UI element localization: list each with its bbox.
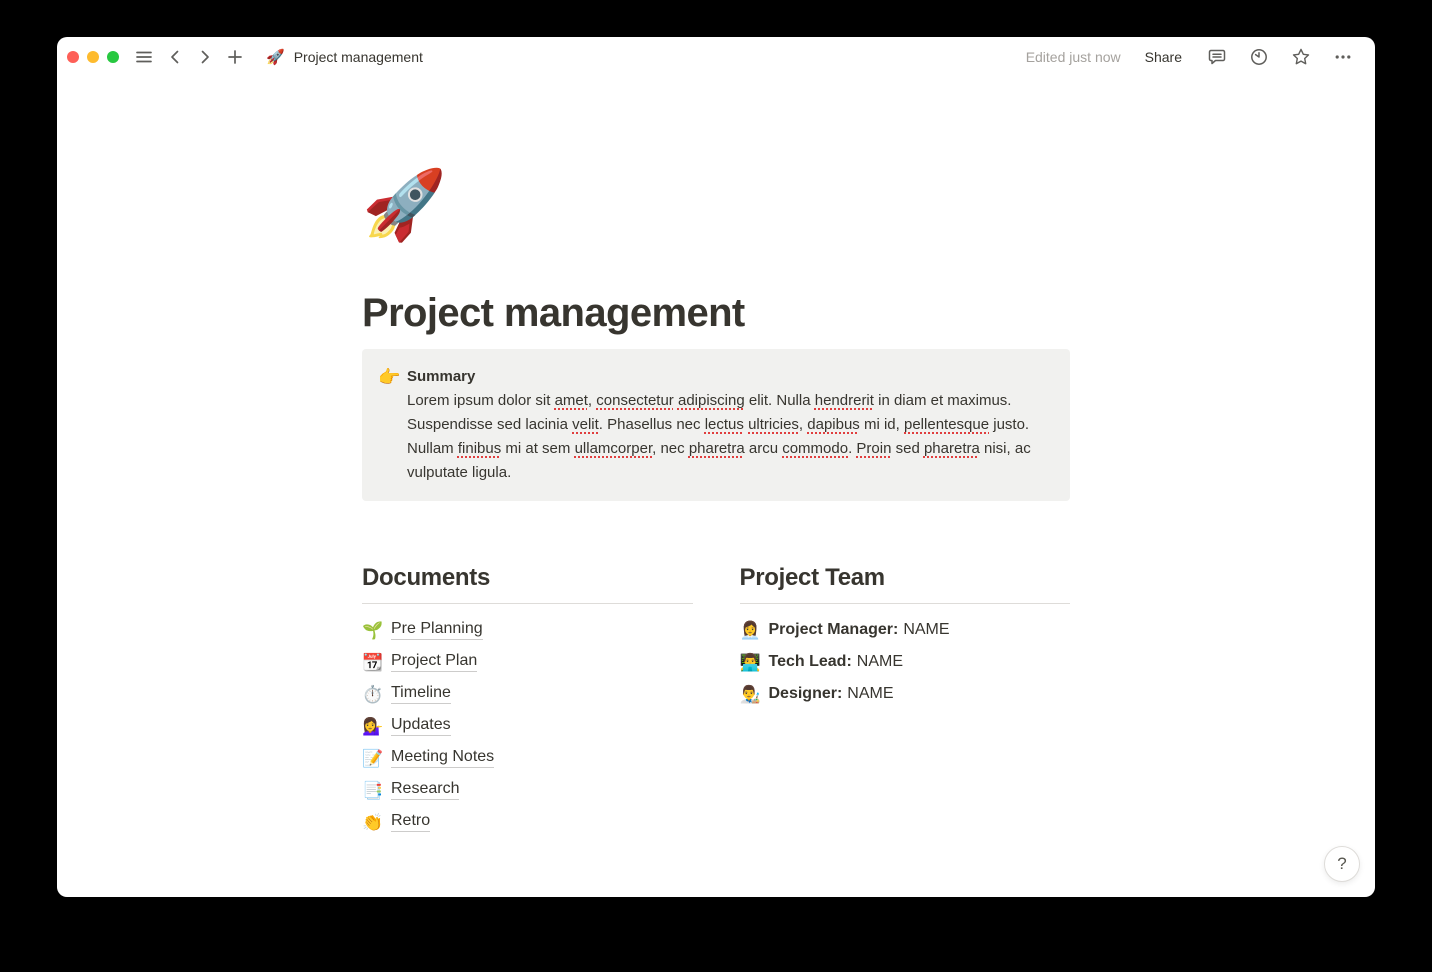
more-options-icon[interactable]	[1331, 45, 1355, 69]
share-button[interactable]: Share	[1139, 47, 1188, 67]
minimize-window-button[interactable]	[87, 51, 99, 63]
document-link-retro[interactable]: 👏 Retro	[362, 806, 693, 838]
man-artist-icon: 👨‍🎨	[740, 686, 762, 703]
document-link-timeline[interactable]: ⏱️ Timeline	[362, 678, 693, 710]
team-member-role: Tech Lead:	[769, 653, 852, 671]
document-link-project-plan[interactable]: 📆 Project Plan	[362, 646, 693, 678]
team-member-name: NAME	[847, 685, 893, 703]
document-link-label: Research	[391, 780, 459, 800]
misspelled-word: pellentesque	[904, 416, 989, 433]
team-divider	[740, 603, 1071, 604]
document-link-research[interactable]: 📑 Research	[362, 774, 693, 806]
team-member-row: 👩‍💼 Project Manager:NAME	[740, 614, 1071, 646]
titlebar-actions: Edited just now Share	[1026, 45, 1360, 69]
callout-text-run: Lorem ipsum dolor sit	[407, 392, 555, 409]
favorite-star-icon[interactable]	[1289, 45, 1313, 69]
calendar-icon: 📆	[362, 654, 384, 671]
misspelled-word: pharetra	[924, 440, 980, 457]
traffic-lights	[67, 51, 119, 63]
document-link-label: Meeting Notes	[391, 748, 494, 768]
help-button[interactable]: ?	[1324, 846, 1360, 882]
misspelled-word: ultricies	[748, 416, 799, 433]
clapping-hands-icon: 👏	[362, 814, 384, 831]
documents-column: Documents 🌱 Pre Planning 📆 Project Plan ⏱️ Ti…	[362, 563, 693, 838]
document-link-meeting-notes[interactable]: 📝 Meeting Notes	[362, 742, 693, 774]
misspelled-word: lectus	[705, 416, 744, 433]
team-member-role: Project Manager:	[769, 621, 899, 639]
team-member-row: 👨‍🎨 Designer:NAME	[740, 678, 1071, 710]
pointing-finger-icon[interactable]: 👉	[378, 365, 402, 485]
edited-timestamp: Edited just now	[1026, 49, 1121, 65]
documents-divider	[362, 603, 693, 604]
back-icon[interactable]	[165, 47, 185, 67]
titlebar: 🚀 Project management Edited just now Sha…	[57, 37, 1375, 77]
callout-text-run: arcu	[745, 440, 783, 457]
callout-text-run: mi id,	[860, 416, 904, 433]
sidebar-toggle-icon[interactable]	[133, 46, 155, 68]
history-icon[interactable]	[1247, 45, 1271, 69]
forward-icon[interactable]	[195, 47, 215, 67]
callout-text-run: . Phasellus nec	[599, 416, 705, 433]
notion-window: 🚀 Project management Edited just now Sha…	[57, 37, 1375, 897]
zoom-window-button[interactable]	[107, 51, 119, 63]
document-link-updates[interactable]: 💁‍♀️ Updates	[362, 710, 693, 742]
page-content: 🚀 Project management 👉 Summary Lorem ips…	[362, 165, 1070, 838]
page-emoji-small: 🚀	[266, 50, 285, 65]
misspelled-word: Proin	[856, 440, 891, 457]
misspelled-word: commodo	[782, 440, 848, 457]
misspelled-word: dapibus	[807, 416, 860, 433]
team-list: 👩‍💼Project Manager:NAME👨‍💻Tech Lead:NAME…	[740, 614, 1071, 710]
document-link-label: Project Plan	[391, 652, 477, 672]
callout-text-run: elit. Nulla	[745, 392, 815, 409]
callout-text-run: sed	[891, 440, 924, 457]
close-window-button[interactable]	[67, 51, 79, 63]
team-member-role: Designer:	[769, 685, 843, 703]
document-link-label: Timeline	[391, 684, 451, 704]
misspelled-word: ullamcorper	[575, 440, 653, 457]
two-column-section: Documents 🌱 Pre Planning 📆 Project Plan ⏱️ Ti…	[362, 563, 1070, 838]
man-technologist-icon: 👨‍💻	[740, 654, 762, 671]
callout-text-run: , nec	[652, 440, 689, 457]
misspelled-word: velit	[572, 416, 599, 433]
breadcrumb-title: Project management	[294, 49, 423, 65]
summary-callout: 👉 Summary Lorem ipsum dolor sit amet, co…	[362, 349, 1070, 501]
team-heading: Project Team	[740, 563, 1071, 593]
misspelled-word: hendrerit	[815, 392, 874, 409]
callout-text-run: ,	[588, 392, 596, 409]
misspelled-word: finibus	[458, 440, 501, 457]
documents-list: 🌱 Pre Planning 📆 Project Plan ⏱️ Timeline 💁‍♀️…	[362, 614, 693, 838]
bookmark-tabs-icon: 📑	[362, 782, 384, 799]
documents-heading: Documents	[362, 563, 693, 593]
breadcrumb[interactable]: 🚀 Project management	[266, 49, 423, 65]
document-link-label: Pre Planning	[391, 620, 483, 640]
callout-text-run: mi at sem	[501, 440, 574, 457]
stopwatch-icon: ⏱️	[362, 686, 384, 703]
misspelled-word: adipiscing	[678, 392, 745, 409]
document-link-label: Retro	[391, 812, 430, 832]
callout-body: Summary Lorem ipsum dolor sit amet, cons…	[407, 365, 1050, 485]
team-member-name: NAME	[857, 653, 903, 671]
page-title[interactable]: Project management	[362, 287, 1070, 339]
seedling-icon: 🌱	[362, 622, 384, 639]
new-page-icon[interactable]	[225, 47, 245, 67]
misspelled-word: consectetur	[596, 392, 674, 409]
team-member-row: 👨‍💻 Tech Lead: NAME	[740, 646, 1071, 678]
document-link-label: Updates	[391, 716, 451, 736]
page-rocket-icon[interactable]: 🚀	[362, 165, 446, 245]
team-member-name: NAME	[903, 621, 949, 639]
document-link-pre-planning[interactable]: 🌱 Pre Planning	[362, 614, 693, 646]
team-column: Project Team 👩‍💼Project Manager:NAME👨‍💻T…	[740, 563, 1071, 838]
person-tipping-hand-icon: 💁‍♀️	[362, 718, 384, 735]
callout-text: Lorem ipsum dolor sit amet, consectetur …	[407, 389, 1050, 485]
woman-office-worker-icon: 👩‍💼	[740, 622, 762, 639]
memo-icon: 📝	[362, 750, 384, 767]
comments-icon[interactable]	[1205, 45, 1229, 69]
callout-title: Summary	[407, 365, 1050, 389]
callout-text-run: ,	[799, 416, 807, 433]
misspelled-word: amet	[555, 392, 588, 409]
misspelled-word: pharetra	[689, 440, 745, 457]
